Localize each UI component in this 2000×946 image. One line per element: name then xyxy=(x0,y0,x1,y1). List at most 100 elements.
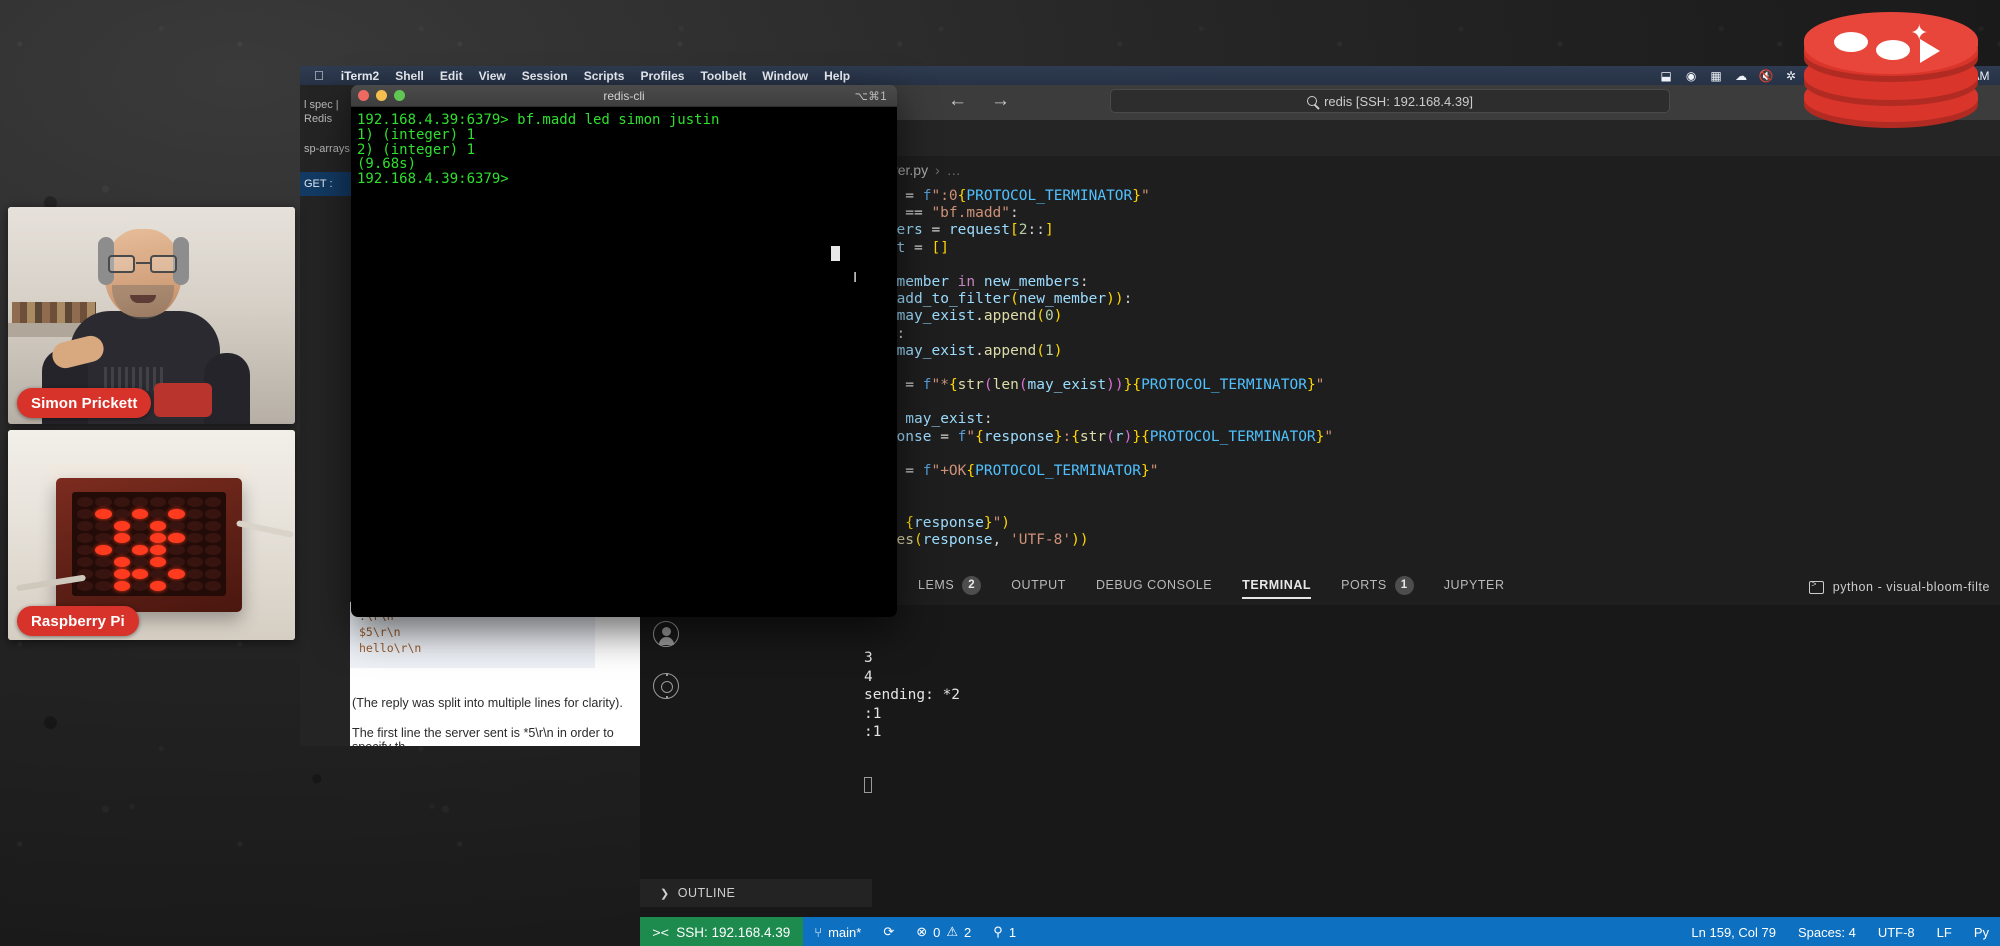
status-language-mode[interactable]: Py xyxy=(1963,917,2000,946)
integrated-terminal[interactable]: 3 4 sending: *2 :1 :1 ❯ OUTLINE xyxy=(640,605,2000,917)
status-branch[interactable]: ⑂ main* xyxy=(803,917,872,946)
led-cell xyxy=(113,557,130,567)
status-encoding[interactable]: UTF-8 xyxy=(1867,917,1926,946)
menu-iterm2[interactable]: iTerm2 xyxy=(333,69,387,83)
menu-help[interactable]: Help xyxy=(816,69,858,83)
led-cell xyxy=(168,497,185,507)
status-problems[interactable]: ⊗ 0 ⚠ 2 xyxy=(905,917,982,946)
panel-tab-problems[interactable]: LEMS 2 xyxy=(918,575,982,599)
led-cell xyxy=(95,533,112,543)
panel-tab-problems-badge: 2 xyxy=(962,575,982,595)
status-remote-indicator[interactable]: >< SSH: 192.168.4.39 xyxy=(640,917,804,946)
status-sync[interactable]: ⟳ xyxy=(872,917,905,946)
outline-section-header[interactable]: ❯ OUTLINE xyxy=(640,879,872,907)
menu-shell[interactable]: Shell xyxy=(387,69,432,83)
vscode-nav-arrows: ← → xyxy=(948,90,1010,112)
iterm2-window[interactable]: redis-cli ⌥⌘1 192.168.4.39:6379> bf.madd… xyxy=(351,85,897,617)
led-cell xyxy=(113,509,130,519)
cloud-icon[interactable]: ☁ xyxy=(1734,68,1749,83)
menu-session[interactable]: Session xyxy=(514,69,576,83)
status-cursor-position[interactable]: Ln 159, Col 79 xyxy=(1680,917,1787,946)
back-arrow-icon[interactable]: ← xyxy=(948,90,967,112)
panel-tab-terminal-label: TERMINAL xyxy=(1242,578,1312,592)
account-icon[interactable] xyxy=(653,621,679,647)
chevron-right-icon[interactable]: ❯ xyxy=(660,887,670,900)
led-cell xyxy=(168,533,185,543)
led-cell xyxy=(131,569,148,579)
led-cell xyxy=(77,533,94,543)
warning-icon: ⚠ xyxy=(946,924,959,939)
led-cell xyxy=(95,545,112,555)
redis-logo-face: ✦ xyxy=(1804,12,1978,74)
led-cell xyxy=(168,509,185,519)
screen-root: l spec | Redis sp-arrays GET : .\r\n $5\… xyxy=(0,0,2000,946)
command-center-label: redis [SSH: 192.168.4.39] xyxy=(1324,93,1473,109)
led-cell xyxy=(77,521,94,531)
menu-toolbelt[interactable]: Toolbelt xyxy=(692,69,754,83)
panel-tab-problems-label: LEMS xyxy=(918,578,955,592)
breadcrumb-ellipsis[interactable]: … xyxy=(947,162,961,178)
panel-active-shell[interactable]: python - visual-bloom-filte xyxy=(1808,579,2000,594)
speaker-muted-icon[interactable]: 🔇 xyxy=(1759,68,1774,83)
menu-view[interactable]: View xyxy=(471,69,514,83)
led-cell xyxy=(131,533,148,543)
led-cell xyxy=(150,557,167,567)
command-center-search[interactable]: redis [SSH: 192.168.4.39] xyxy=(1110,89,1670,113)
led-cell xyxy=(168,521,185,531)
radio-tower-icon: ⚲ xyxy=(993,924,1003,939)
led-cell xyxy=(77,509,94,519)
terminal-cursor xyxy=(864,777,872,793)
bluetooth-icon[interactable]: ✲ xyxy=(1784,68,1799,83)
macos-menubar[interactable]:  iTerm2 Shell Edit View Session Scripts… xyxy=(300,66,2000,85)
location-icon[interactable]: ◉ xyxy=(1684,68,1699,83)
sync-icon: ⟳ xyxy=(883,924,895,939)
led-cell xyxy=(131,581,148,591)
forward-arrow-icon[interactable]: → xyxy=(991,90,1010,112)
led-cell xyxy=(186,569,203,579)
status-bar[interactable]: >< SSH: 192.168.4.39 ⑂ main* ⟳ ⊗ 0 ⚠ 2 ⚲… xyxy=(640,917,2000,946)
led-cell xyxy=(150,533,167,543)
panel-tab-output[interactable]: OUTPUT xyxy=(1011,578,1066,596)
apple-icon[interactable]:  xyxy=(300,68,333,83)
terminal-side-rail[interactable] xyxy=(640,605,692,917)
led-cell xyxy=(95,581,112,591)
panel-tab-terminal[interactable]: TERMINAL xyxy=(1242,578,1312,599)
dropbox-icon[interactable]: ⬓ xyxy=(1659,68,1674,83)
led-cell xyxy=(77,557,94,567)
iterm2-hotkey-label: ⌥⌘1 xyxy=(854,90,887,103)
led-cell xyxy=(77,545,94,555)
led-cell xyxy=(186,581,203,591)
iterm2-terminal-output[interactable]: 192.168.4.39:6379> bf.madd led simon jus… xyxy=(351,107,897,617)
led-cell xyxy=(113,545,130,555)
led-cell xyxy=(131,509,148,519)
status-eol[interactable]: LF xyxy=(1926,917,1963,946)
panel-tab-jupyter[interactable]: JUPYTER xyxy=(1444,578,1505,596)
led-cell xyxy=(150,545,167,555)
led-cell xyxy=(150,509,167,519)
menu-window[interactable]: Window xyxy=(754,69,816,83)
status-indentation[interactable]: Spaces: 4 xyxy=(1787,917,1867,946)
trello-icon[interactable]: ▦ xyxy=(1709,68,1724,83)
status-radio-tower[interactable]: ⚲ 1 xyxy=(982,917,1027,946)
terminal-output-area[interactable]: 3 4 sending: *2 :1 :1 xyxy=(692,605,2000,917)
status-radio-count: 1 xyxy=(1008,924,1017,940)
led-cell xyxy=(204,545,221,555)
panel-tab-debug-console-label: DEBUG CONSOLE xyxy=(1095,578,1213,592)
menu-scripts[interactable]: Scripts xyxy=(576,69,633,83)
panel-tab-debug-console[interactable]: DEBUG CONSOLE xyxy=(1096,578,1212,596)
panel-tab-jupyter-label: JUPYTER xyxy=(1443,578,1505,592)
redis-logo: ✦ xyxy=(1804,12,1978,144)
led-cell xyxy=(113,533,130,543)
panel-tab-ports[interactable]: PORTS 1 xyxy=(1341,575,1414,599)
led-cell xyxy=(131,557,148,567)
menu-edit[interactable]: Edit xyxy=(432,69,471,83)
panel-tab-ports-label: PORTS xyxy=(1341,578,1387,592)
led-cell xyxy=(204,521,221,531)
gear-icon[interactable] xyxy=(653,673,679,699)
name-badge-person: Simon Prickett xyxy=(17,388,152,418)
iterm2-titlebar[interactable]: redis-cli ⌥⌘1 xyxy=(351,85,897,107)
menu-profiles[interactable]: Profiles xyxy=(632,69,692,83)
led-cell xyxy=(95,497,112,507)
led-cell xyxy=(131,521,148,531)
status-error-count: 0 xyxy=(933,924,941,940)
